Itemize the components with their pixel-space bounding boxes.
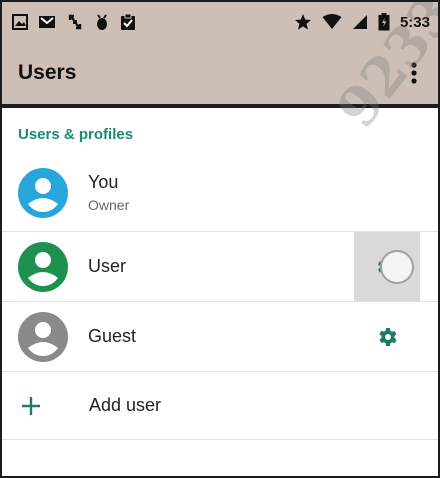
user-name: User	[88, 256, 127, 276]
user-role: Owner	[88, 197, 130, 213]
avatar-icon	[18, 167, 68, 218]
page-title: Users	[18, 61, 77, 84]
gear-icon	[379, 327, 397, 346]
user-name: Guest	[88, 326, 137, 346]
list-item-guest[interactable]: Guest	[2, 302, 438, 372]
add-user-button[interactable]: Add user	[2, 372, 438, 440]
star-icon	[294, 13, 312, 31]
users-list: Users & profiles You Owner User Guest Ad…	[2, 108, 438, 440]
bug-icon	[94, 13, 110, 31]
battery-icon	[378, 13, 390, 31]
phone-screen: 5:33 Users Users & profiles You Owner Us…	[0, 0, 440, 478]
status-bar: 5:33	[2, 2, 438, 42]
image-icon	[12, 14, 28, 30]
guest-settings-button[interactable]	[354, 302, 420, 371]
user-settings-button[interactable]	[354, 232, 420, 301]
more-vert-icon	[411, 62, 417, 84]
sync-icon	[66, 13, 84, 31]
gmail-icon	[38, 14, 56, 30]
add-user-label: Add user	[89, 395, 162, 415]
clipboard-icon	[120, 13, 136, 31]
signal-icon	[352, 14, 368, 30]
user-name: You	[88, 172, 119, 192]
section-header: Users & profiles	[18, 126, 134, 143]
plus-icon	[22, 396, 40, 415]
avatar-icon	[18, 311, 68, 362]
avatar-icon	[18, 241, 68, 292]
app-bar: Users	[2, 42, 438, 108]
wifi-icon	[322, 14, 342, 30]
touch-ripple	[380, 250, 414, 284]
list-item-owner[interactable]: You Owner	[2, 154, 438, 232]
overflow-menu-button[interactable]	[402, 53, 426, 93]
clock: 5:33	[399, 13, 430, 31]
list-item-user[interactable]: User	[2, 232, 438, 302]
